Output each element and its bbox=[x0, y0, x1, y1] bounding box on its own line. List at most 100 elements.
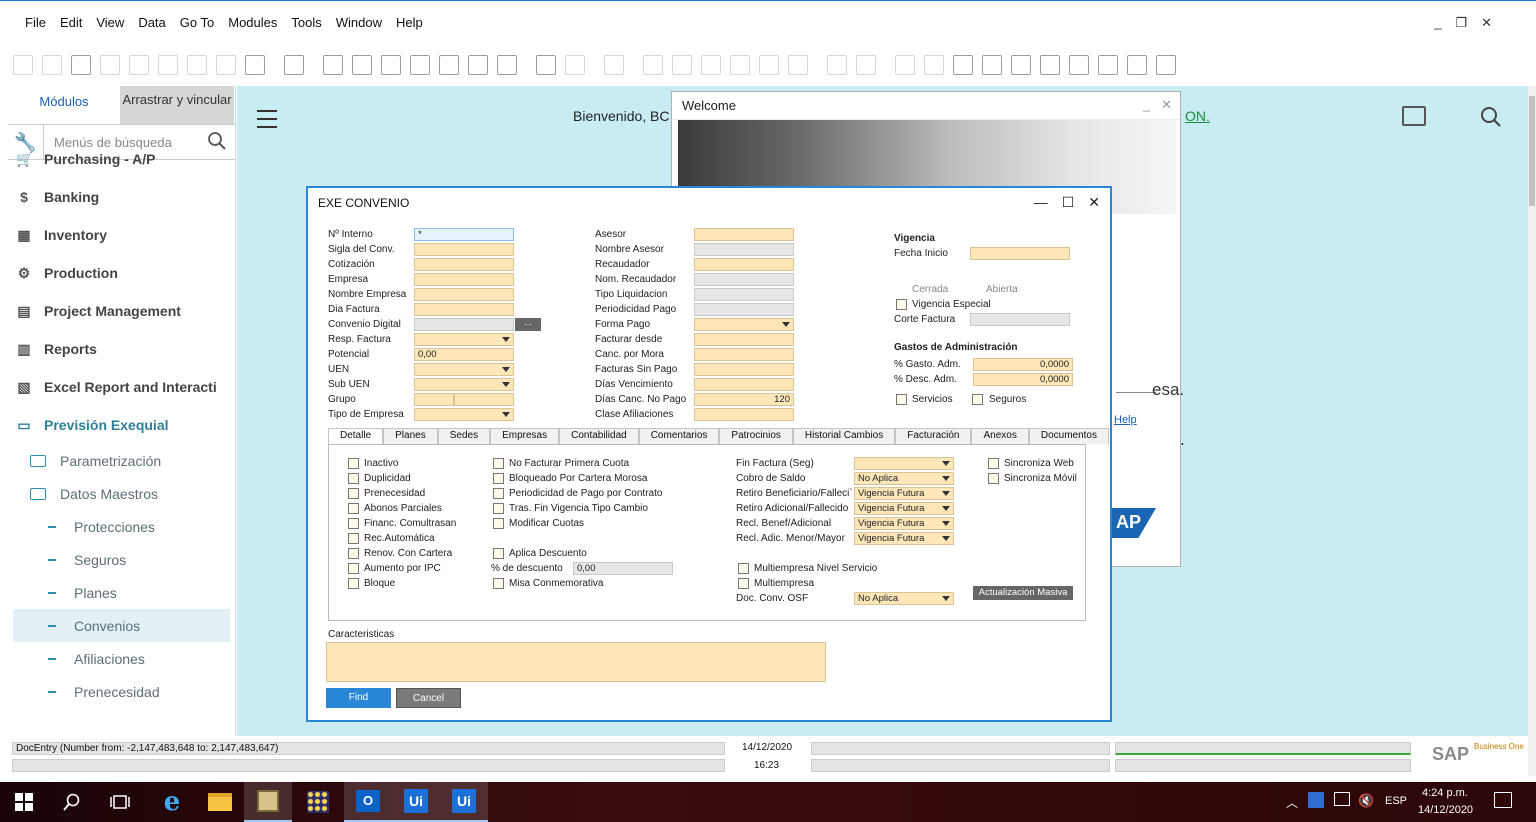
menu-item-prenecesidad[interactable]: Prenecesidad bbox=[8, 675, 235, 708]
tab-facturaci-n[interactable]: Facturación bbox=[895, 428, 972, 444]
tab-documentos[interactable]: Documentos bbox=[1028, 428, 1109, 444]
fax-icon[interactable] bbox=[128, 55, 149, 75]
menu-item-convenios[interactable]: Convenios bbox=[13, 609, 230, 642]
tab-drag-relate[interactable]: Arrastrar y vincular bbox=[120, 86, 234, 124]
tray-chevron-icon[interactable]: ︿ bbox=[1286, 794, 1298, 811]
minimize-button[interactable]: _ bbox=[1434, 15, 1441, 31]
find-icon[interactable] bbox=[322, 55, 343, 75]
vigencia-especial-checkbox[interactable] bbox=[896, 299, 907, 310]
menu-item-protecciones[interactable]: Protecciones bbox=[8, 510, 235, 543]
taskbar-ie[interactable]: e bbox=[148, 782, 196, 822]
field-input-10[interactable] bbox=[414, 378, 514, 391]
module-project-management[interactable]: ▤ Project Management bbox=[8, 292, 235, 330]
folder-datos-maestros[interactable]: Datos Maestros bbox=[8, 477, 235, 510]
hamburger-icon[interactable] bbox=[257, 110, 277, 134]
taskbar-sap[interactable] bbox=[244, 782, 292, 822]
taskbar-outlook[interactable]: O bbox=[344, 782, 392, 822]
tray-clock-date[interactable]: 14/12/2020 bbox=[1418, 804, 1473, 816]
folder-parametrizacion[interactable]: Parametrización bbox=[8, 444, 235, 477]
menu-item-afiliaciones[interactable]: Afiliaciones bbox=[8, 642, 235, 675]
corte-factura-input[interactable] bbox=[970, 313, 1070, 326]
module-prevision-exequial[interactable]: ▭ Previsión Exequial bbox=[8, 406, 235, 444]
find-button[interactable]: Find bbox=[326, 688, 391, 708]
caracteristicas-textarea[interactable] bbox=[326, 642, 826, 682]
payment-means-icon[interactable] bbox=[700, 55, 721, 75]
field-input-c2-1[interactable] bbox=[694, 243, 794, 256]
start-button[interactable] bbox=[0, 782, 48, 822]
field-input-c2-7[interactable] bbox=[694, 333, 794, 346]
menu-file[interactable]: File bbox=[25, 15, 46, 30]
previous-record-icon[interactable] bbox=[409, 55, 430, 75]
export-excel-icon[interactable] bbox=[157, 55, 178, 75]
field-input-c2-10[interactable] bbox=[694, 378, 794, 391]
taskbar-uipath-1[interactable]: Ui bbox=[392, 782, 440, 822]
tray-language[interactable]: ESP bbox=[1385, 795, 1407, 807]
last-record-icon[interactable] bbox=[467, 55, 488, 75]
export-pdf-icon[interactable] bbox=[215, 55, 236, 75]
tab-historial-cambios[interactable]: Historial Cambios bbox=[792, 428, 896, 444]
layout-icon[interactable] bbox=[283, 55, 304, 75]
field-input-5[interactable] bbox=[414, 303, 514, 316]
base-document-icon[interactable] bbox=[603, 55, 624, 75]
minimize-icon[interactable]: _ bbox=[1143, 97, 1150, 112]
module-banking[interactable]: $ Banking bbox=[8, 178, 235, 216]
tray-network-icon[interactable] bbox=[1308, 792, 1324, 808]
help-icon[interactable] bbox=[1155, 55, 1176, 75]
sort-icon[interactable] bbox=[564, 55, 585, 75]
tab-empresas[interactable]: Empresas bbox=[490, 428, 560, 444]
field-input-2[interactable] bbox=[414, 258, 514, 271]
field-input-c2-5[interactable] bbox=[694, 303, 794, 316]
search-icon[interactable] bbox=[1480, 106, 1502, 128]
navigate-icon[interactable] bbox=[244, 55, 265, 75]
menu-edit[interactable]: Edit bbox=[60, 15, 82, 30]
sms-icon[interactable] bbox=[99, 55, 120, 75]
target-document-icon[interactable] bbox=[642, 55, 663, 75]
email-icon[interactable] bbox=[70, 55, 91, 75]
notification-icon[interactable] bbox=[1494, 792, 1512, 808]
field-input-4[interactable] bbox=[414, 288, 514, 301]
field-input-1[interactable] bbox=[414, 243, 514, 256]
tab-anexos[interactable]: Anexos bbox=[971, 428, 1029, 444]
tray-clock-time[interactable]: 4:24 p.m. bbox=[1422, 787, 1468, 799]
tab-comentarios[interactable]: Comentarios bbox=[638, 428, 720, 444]
seguros-checkbox[interactable] bbox=[972, 394, 983, 405]
field-input-8[interactable]: 0,00 bbox=[414, 348, 514, 361]
journal-icon[interactable] bbox=[787, 55, 808, 75]
close-button[interactable]: ✕ bbox=[1481, 15, 1492, 31]
restore-button[interactable]: ❐ bbox=[1455, 15, 1467, 31]
field-input-c2-9[interactable] bbox=[694, 363, 794, 376]
field-input-7[interactable] bbox=[414, 333, 514, 346]
export-word-icon[interactable] bbox=[186, 55, 207, 75]
field-input-c2-12[interactable] bbox=[694, 408, 794, 421]
field-input-c2-2[interactable] bbox=[694, 258, 794, 271]
menu-goto[interactable]: Go To bbox=[180, 15, 214, 30]
menu-tools[interactable]: Tools bbox=[291, 15, 321, 30]
tab-modules[interactable]: Módulos bbox=[8, 86, 120, 124]
field-input-c2-11[interactable]: 120 bbox=[694, 393, 794, 406]
fecha-inicio-input[interactable] bbox=[970, 247, 1070, 260]
volume-weight-icon[interactable] bbox=[729, 55, 750, 75]
help-link[interactable]: Help bbox=[1114, 414, 1137, 426]
print-icon[interactable] bbox=[41, 55, 62, 75]
field-input-6[interactable] bbox=[414, 318, 514, 331]
settings-icon[interactable] bbox=[826, 55, 847, 75]
tray-volume-icon[interactable]: 🔇 bbox=[1358, 793, 1374, 809]
tab-sedes[interactable]: Sedes bbox=[437, 428, 491, 444]
menu-window[interactable]: Window bbox=[336, 15, 382, 30]
tab-contabilidad[interactable]: Contabilidad bbox=[559, 428, 639, 444]
messages-icon[interactable] bbox=[894, 55, 915, 75]
servicios-checkbox[interactable] bbox=[896, 394, 907, 405]
grupo-field-2[interactable] bbox=[454, 393, 514, 406]
user-icon[interactable] bbox=[1010, 55, 1031, 75]
menu-item-seguros[interactable]: Seguros bbox=[8, 543, 235, 576]
field-input-9[interactable] bbox=[414, 363, 514, 376]
widgets-icon[interactable] bbox=[1068, 55, 1089, 75]
minimize-icon[interactable]: — bbox=[1034, 194, 1048, 211]
tray-display-icon[interactable] bbox=[1334, 792, 1350, 806]
taskbar-uipath-2[interactable]: Ui bbox=[440, 782, 488, 822]
menu-modules[interactable]: Modules bbox=[228, 15, 277, 30]
first-record-icon[interactable] bbox=[380, 55, 401, 75]
scrollbar-thumb[interactable] bbox=[1529, 96, 1535, 206]
maximize-icon[interactable]: ☐ bbox=[1062, 194, 1075, 211]
convenio-digital-browse-button[interactable]: ... bbox=[515, 318, 541, 331]
